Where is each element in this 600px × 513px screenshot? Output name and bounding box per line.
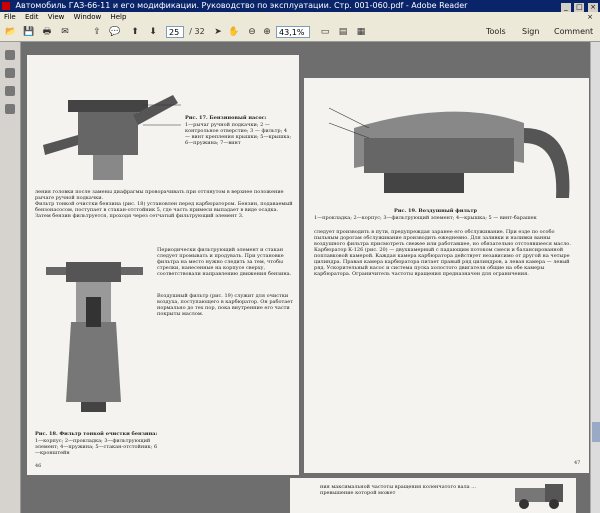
next-page-top: ния максимальной частоты вращения коленч…	[290, 478, 576, 513]
navigation-panel	[0, 42, 21, 513]
vertical-scrollbar[interactable]	[590, 42, 600, 513]
paragraph-2: Фильтр тонкой очистки бензина (рис. 18) …	[35, 201, 293, 219]
right-page: Рис. 19. Воздушный фильтр 1—прокладка; 2…	[304, 78, 589, 473]
page-thumbnails-icon[interactable]	[5, 50, 15, 60]
adobe-reader-icon	[2, 2, 10, 10]
maximize-button[interactable]: □	[574, 3, 585, 12]
fig18-legend: 1—корпус; 2—прокладка; 3—фильтрующий эле…	[35, 438, 158, 456]
email-icon[interactable]: ✉	[58, 25, 72, 39]
read-mode-icon[interactable]: ▦	[354, 25, 368, 39]
save-icon[interactable]: 💾	[22, 25, 36, 39]
left-page: Рис. 17. Бензиновый насос: 1—рычаг ручно…	[27, 55, 299, 475]
paragraph-3: Периодически фильтрующий элемент и стака…	[157, 247, 292, 277]
print-icon[interactable]: 🖶	[40, 25, 54, 39]
zoom-in-icon[interactable]: ⊕	[261, 25, 273, 39]
window-title-bar: Автомобиль ГАЗ-66-11 и его модификации. …	[0, 0, 600, 12]
truck-figure	[515, 484, 563, 509]
document-close-button[interactable]: ×	[587, 12, 593, 23]
sign-button[interactable]: Sign	[518, 25, 543, 39]
page-total: / 32	[189, 27, 205, 36]
menu-help[interactable]: Help	[110, 13, 126, 21]
left-page-number: 46	[35, 463, 42, 469]
paragraph-4: Воздушный фильтр (рис. 19) служит для оч…	[157, 293, 294, 317]
fig17-legend: 1—рычаг ручной подкачки; 2 — контрольное…	[185, 122, 292, 146]
fig17-caption: Рис. 17. Бензиновый насос:	[185, 115, 267, 121]
next-page-text: ния максимальной частоты вращения коленч…	[320, 484, 476, 496]
cursor-icon[interactable]: ➤	[212, 25, 224, 39]
attachments-icon[interactable]	[5, 86, 15, 96]
fuel-filter-figure	[46, 262, 143, 412]
menu-view[interactable]: View	[48, 13, 65, 21]
bookmarks-icon[interactable]	[5, 68, 15, 78]
menu-bar: File Edit View Window Help ×	[0, 12, 600, 23]
menu-file[interactable]: File	[4, 13, 16, 21]
next-page-icon[interactable]: ⬇	[146, 25, 160, 39]
menu-window[interactable]: Window	[74, 13, 102, 21]
air-filter-figure	[328, 107, 570, 198]
fig19-caption: Рис. 19. Воздушный фильтр	[394, 208, 477, 214]
fit-page-icon[interactable]: ▭	[318, 25, 332, 39]
open-icon[interactable]: 📂	[4, 25, 18, 39]
right-page-body: следует производить в пути, предупреждая…	[314, 229, 571, 277]
fuel-pump-figure	[43, 95, 181, 180]
fit-width-icon[interactable]: ▤	[336, 25, 350, 39]
layers-icon[interactable]	[5, 104, 15, 114]
zoom-out-icon[interactable]: ⊖	[246, 25, 258, 39]
toolbar: 📂 💾 🖶 ✉ ⇪ 💬 ⬆ ⬇ 25 / 32 ➤ ✋ ⊖ ⊕ 43,1% ▭ …	[0, 23, 600, 42]
fig19-legend: 1—прокладка; 2—корпус; 3—фильтрующий эле…	[314, 215, 537, 221]
menu-edit[interactable]: Edit	[25, 13, 39, 21]
page-number-input[interactable]: 25	[166, 26, 184, 38]
export-icon[interactable]: ⇪	[90, 25, 104, 39]
comment-button[interactable]: Comment	[550, 25, 597, 39]
window-title: Автомобиль ГАЗ-66-11 и его модификации. …	[15, 1, 468, 10]
tools-button[interactable]: Tools	[482, 25, 510, 39]
hand-icon[interactable]: ✋	[228, 25, 240, 39]
comment-bubble-icon[interactable]: 💬	[108, 25, 122, 39]
scrollbar-thumb[interactable]	[592, 422, 600, 442]
zoom-level-select[interactable]: 43,1%	[276, 26, 310, 38]
close-button[interactable]: ×	[588, 3, 598, 12]
fig18-caption: Рис. 18. Фильтр тонкой очистки бензина:	[35, 431, 158, 437]
minimize-button[interactable]: _	[560, 3, 571, 12]
right-page-number: 47	[574, 460, 581, 466]
previous-page-icon[interactable]: ⬆	[128, 25, 142, 39]
paragraph-1: ления головки после замены диафрагмы про…	[35, 189, 284, 201]
